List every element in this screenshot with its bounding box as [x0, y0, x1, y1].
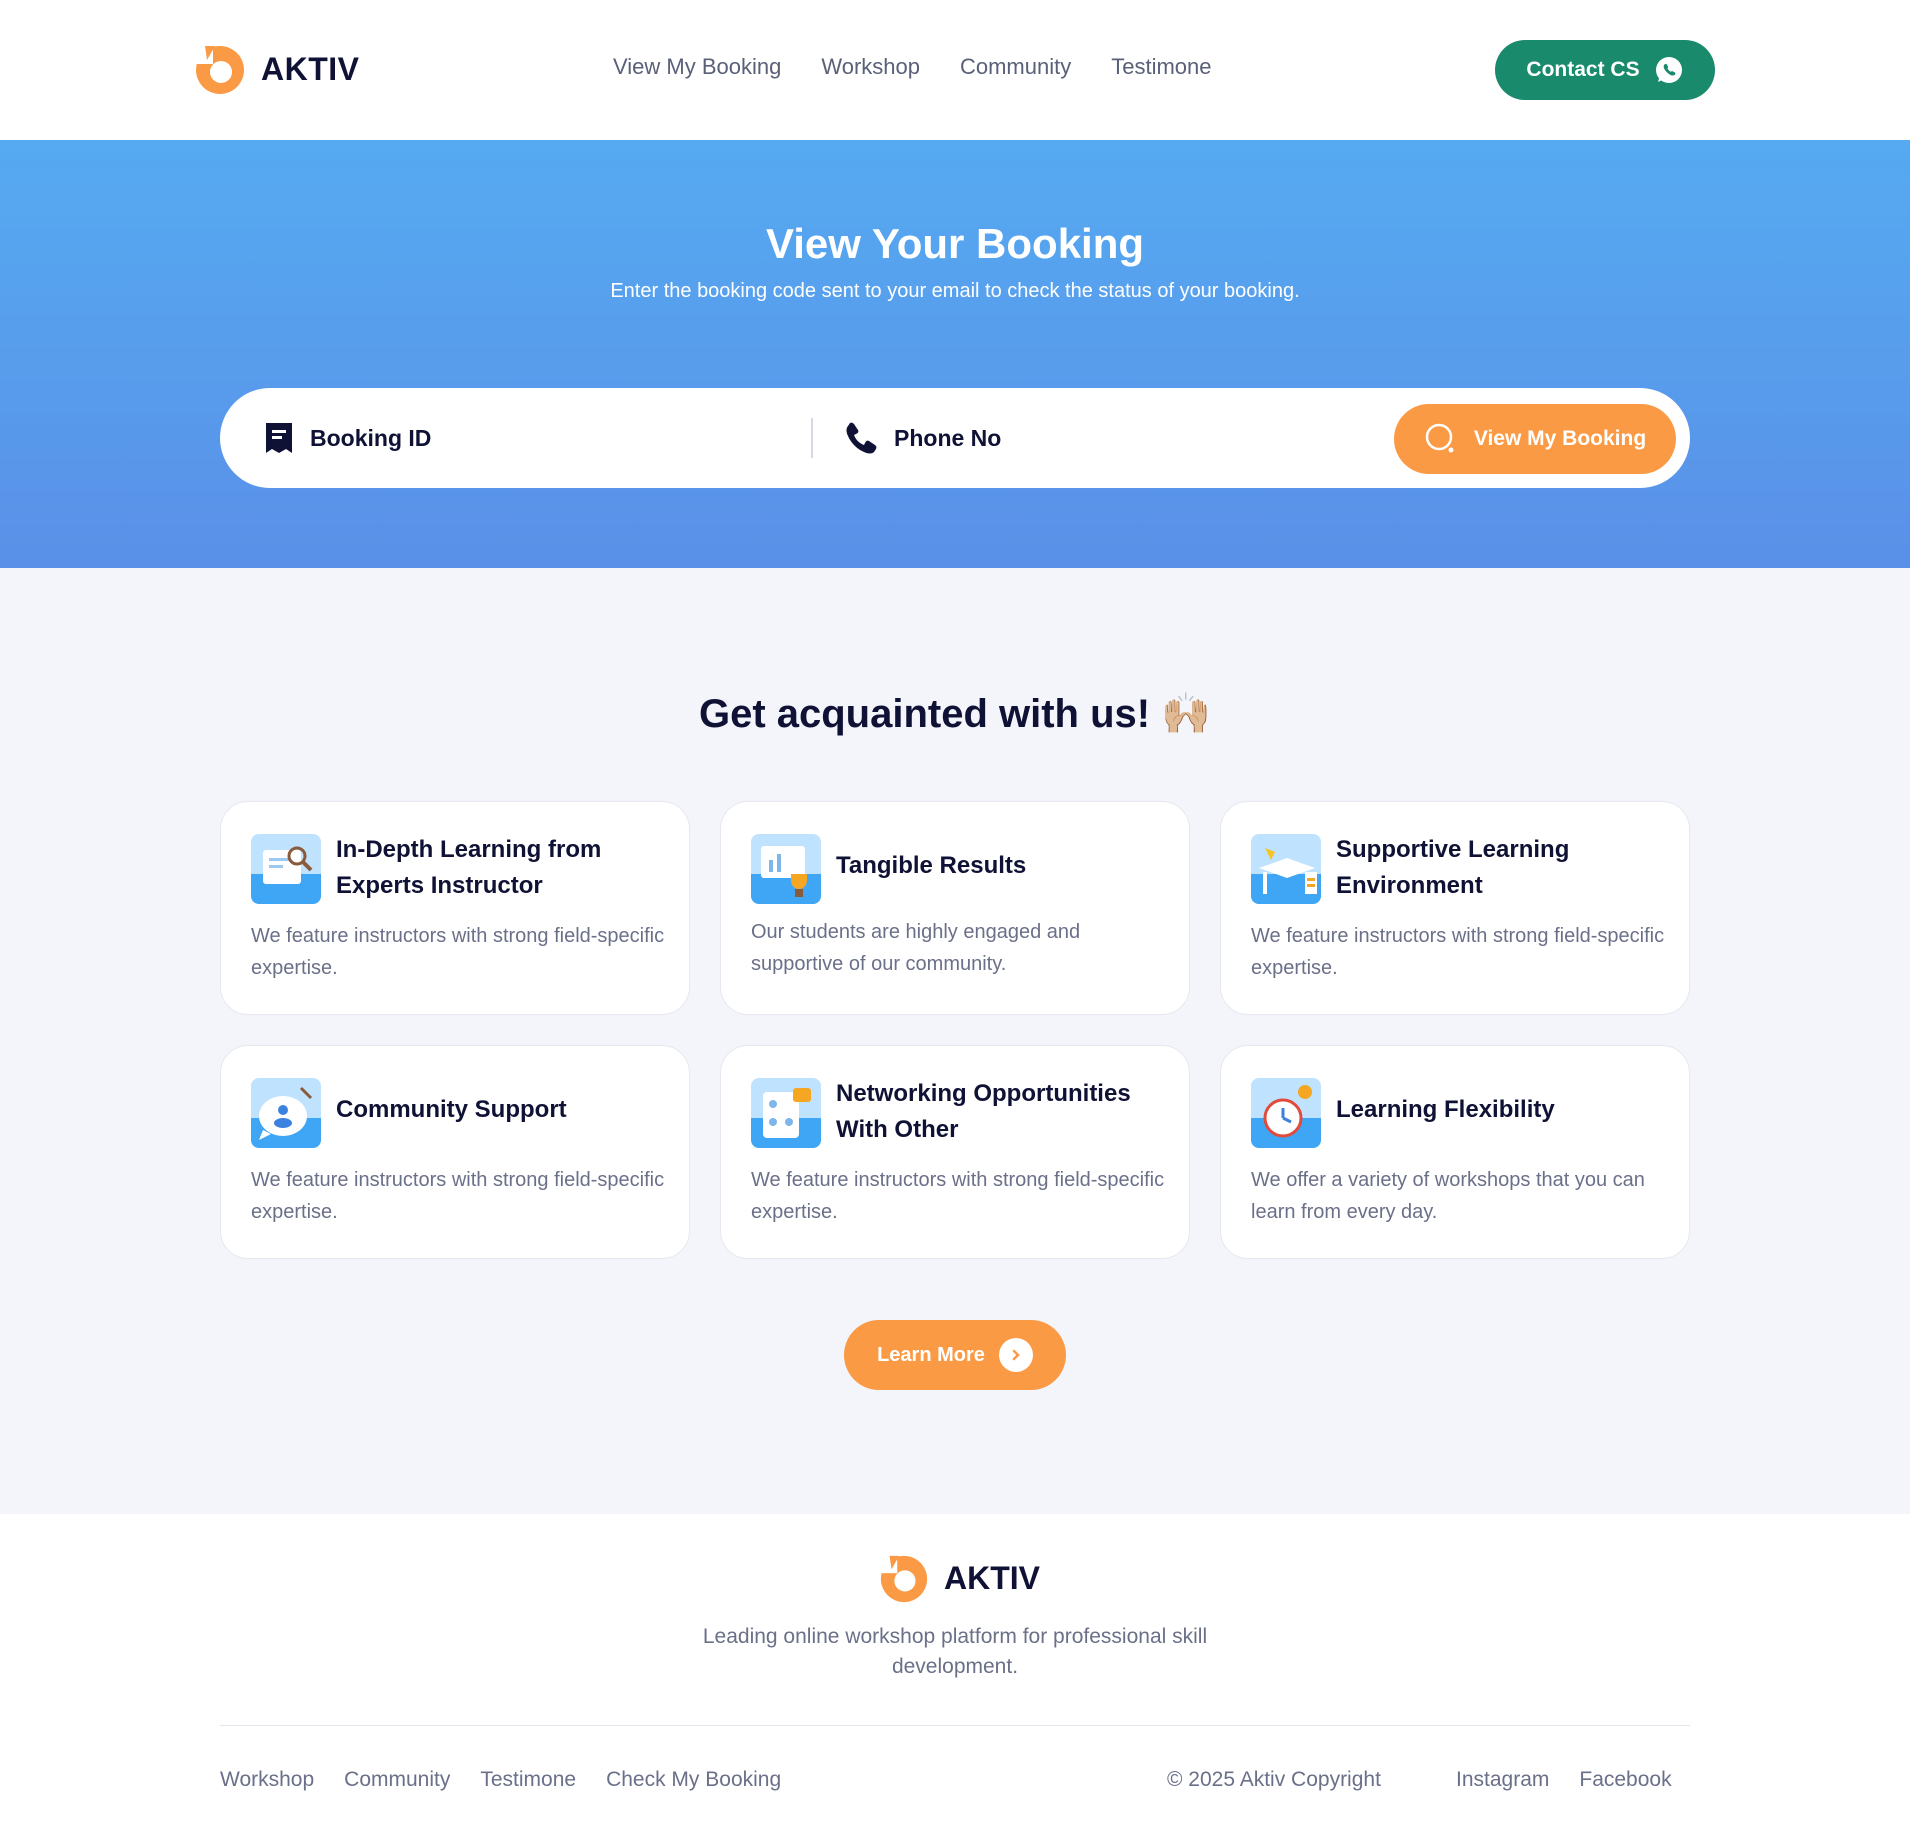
footer-social-links: Instagram Facebook: [1456, 1768, 1672, 1792]
feature-card-desc: We feature instructors with strong field…: [251, 1169, 665, 1223]
feature-card: Community Support We feature instructors…: [220, 1045, 690, 1259]
hero-section: View Your Booking Enter the booking code…: [0, 140, 1910, 568]
feature-card-desc: We feature instructors with strong field…: [751, 1169, 1165, 1223]
phone-field[interactable]: [844, 388, 1292, 488]
booking-id-input[interactable]: [308, 423, 708, 453]
footer-link-check-booking[interactable]: Check My Booking: [606, 1768, 781, 1792]
feature-card-desc: Our students are highly engaged and supp…: [751, 921, 1081, 975]
aktiv-logo-icon: [880, 1555, 928, 1603]
footer-logo[interactable]: AKTIV: [878, 1552, 1040, 1604]
aktiv-logo-icon: [196, 46, 244, 94]
feature-card: Tangible Results Our students are highly…: [720, 801, 1190, 1015]
chevron-right-icon: [998, 1338, 1033, 1372]
desk-environment-icon: [1251, 834, 1321, 904]
feature-card-desc: We feature instructors with strong field…: [251, 925, 665, 979]
site-footer: AKTIV Leading online workshop platform f…: [0, 1514, 1910, 1837]
nav-workshop[interactable]: Workshop: [821, 54, 920, 80]
feature-card-desc: We feature instructors with strong field…: [1251, 925, 1665, 979]
booking-search-bar: View My Booking: [220, 388, 1690, 488]
features-heading: Get acquainted with us! 🙌🏼: [0, 690, 1910, 737]
learn-more-button[interactable]: Learn More: [844, 1320, 1066, 1390]
footer-link-workshop[interactable]: Workshop: [220, 1768, 314, 1792]
feature-card-title: Networking Opportunities With Other: [836, 1080, 1131, 1143]
phone-input[interactable]: [892, 423, 1292, 453]
learn-more-label: Learn More: [877, 1343, 985, 1366]
raising-hands-icon: 🙌🏼: [1161, 692, 1212, 736]
contact-cs-label: Contact CS: [1526, 58, 1640, 81]
search-divider: [811, 418, 813, 458]
whatsapp-icon: [1655, 57, 1682, 83]
nav-view-my-booking[interactable]: View My Booking: [613, 54, 781, 80]
footer-tagline: Leading online workshop platform for pro…: [702, 1625, 1208, 1678]
feature-card: Supportive Learning Environment We featu…: [1220, 801, 1690, 1015]
chat-community-icon: [251, 1078, 321, 1148]
hero-subtitle: Enter the booking code sent to your emai…: [610, 280, 1300, 302]
footer-brand-name: AKTIV: [944, 1559, 1040, 1596]
main-nav: View My Booking Workshop Community Testi…: [613, 54, 1212, 80]
alarm-clock-icon: [1251, 1078, 1321, 1148]
nav-community[interactable]: Community: [960, 54, 1071, 80]
footer-link-facebook[interactable]: Facebook: [1579, 1768, 1671, 1792]
footer-link-testimone[interactable]: Testimone: [480, 1768, 576, 1792]
contact-cs-button[interactable]: Contact CS: [1495, 40, 1715, 100]
booking-id-field[interactable]: [264, 388, 708, 488]
networking-card-icon: [751, 1078, 821, 1148]
site-header: AKTIV View My Booking Workshop Community…: [0, 0, 1910, 140]
feature-card-title: Supportive Learning Environment: [1336, 836, 1570, 899]
footer-link-community[interactable]: Community: [344, 1768, 450, 1792]
receipt-icon: [266, 423, 292, 453]
footer-copyright: © 2025 Aktiv Copyright: [1167, 1768, 1381, 1791]
footer-links: Workshop Community Testimone Check My Bo…: [220, 1768, 781, 1792]
feature-card: In-Depth Learning from Experts Instructo…: [220, 801, 690, 1015]
feature-card-title: Community Support: [336, 1096, 567, 1123]
feature-card-title: Learning Flexibility: [1336, 1096, 1555, 1123]
feature-card-title: In-Depth Learning from Experts Instructo…: [336, 836, 602, 899]
feature-card-desc: We offer a variety of workshops that you…: [1251, 1169, 1645, 1223]
features-title-text: Get acquainted with us!: [698, 692, 1151, 736]
hero-title: View Your Booking: [765, 220, 1145, 267]
view-my-booking-button[interactable]: View My Booking: [1394, 404, 1676, 474]
phone-icon: [846, 422, 877, 454]
expert-instructor-icon: [251, 834, 321, 904]
header-logo[interactable]: AKTIV: [193, 42, 360, 96]
footer-link-instagram[interactable]: Instagram: [1456, 1768, 1549, 1792]
feature-card: Networking Opportunities With Other We f…: [720, 1045, 1190, 1259]
view-my-booking-label: View My Booking: [1473, 427, 1647, 450]
trophy-results-icon: [751, 834, 821, 904]
footer-divider: [220, 1725, 1690, 1726]
feature-card-title: Tangible Results: [836, 852, 1027, 879]
nav-testimone[interactable]: Testimone: [1111, 54, 1211, 80]
search-icon: [1425, 423, 1454, 453]
feature-card: Learning Flexibility We offer a variety …: [1220, 1045, 1690, 1259]
brand-name: AKTIV: [261, 50, 360, 87]
